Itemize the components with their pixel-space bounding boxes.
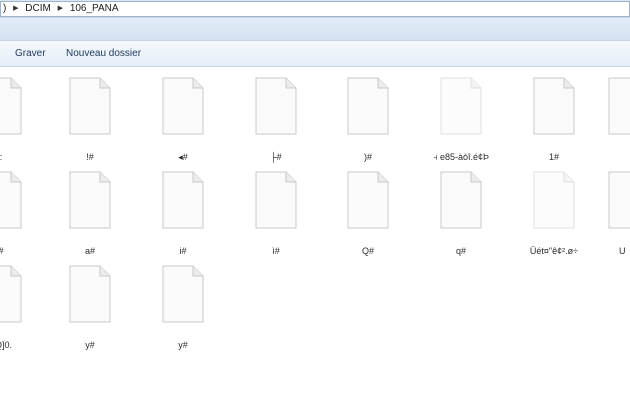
document-icon [347, 77, 389, 135]
file-name: Q# [361, 246, 374, 256]
document-icon [440, 77, 482, 135]
file-name: a# [84, 246, 95, 256]
file-name: i# [179, 246, 187, 256]
document-icon [608, 77, 630, 135]
file-name: y# [85, 340, 95, 350]
command-bar: Graver Nouveau dossier [0, 40, 630, 67]
file-item[interactable]: ◂# [138, 70, 228, 164]
document-icon [440, 171, 482, 229]
file-name: ├# [270, 152, 282, 162]
file-name: ì# [272, 246, 280, 256]
file-name: ⫞ e85-àòî.é¢Þ [432, 152, 490, 162]
document-icon [255, 171, 297, 229]
document-icon [162, 77, 204, 135]
document-icon [0, 77, 22, 135]
document-icon [69, 77, 111, 135]
file-name: q# [455, 246, 466, 256]
file-item[interactable]: a# [45, 164, 135, 258]
file-name: !# [86, 152, 94, 162]
file-item[interactable]: ⫞ e85-àòî.é¢Þ [416, 70, 506, 164]
file-item[interactable]: Q# [323, 164, 413, 258]
file-item[interactable]: aQ]0. [0, 258, 46, 352]
file-name: )# [363, 152, 372, 162]
chevron-right-icon[interactable]: ▶ [58, 5, 63, 12]
document-icon [608, 171, 630, 229]
file-name: # [0, 246, 46, 256]
document-icon [0, 265, 22, 323]
document-icon [533, 171, 575, 229]
file-item[interactable]: # [0, 164, 46, 258]
file-name: ◂# [178, 152, 188, 162]
file-item[interactable]: )# [323, 70, 413, 164]
file-item[interactable]: ├# [231, 70, 321, 164]
file-item[interactable]: !# [45, 70, 135, 164]
document-icon [162, 265, 204, 323]
chevron-right-icon[interactable]: ▶ [13, 5, 18, 12]
burn-button[interactable]: Graver [15, 48, 46, 59]
breadcrumb[interactable]: ) ▶ DCIM ▶ 106_PANA [0, 1, 630, 17]
file-name: U [619, 246, 626, 256]
file-item[interactable]: y# [45, 258, 135, 352]
breadcrumb-item-dcim[interactable]: DCIM [25, 3, 51, 14]
file-item[interactable]: ì# [231, 164, 321, 258]
breadcrumb-item-106-pana[interactable]: 106_PANA [70, 3, 119, 14]
file-item[interactable]: : [0, 70, 46, 164]
file-item[interactable]: i# [138, 164, 228, 258]
file-list: : !# ◂# ├# )# ⫞ e85-àòî.é¢Þ 1# # a# i# [0, 68, 630, 400]
file-name: aQ]0. [0, 340, 12, 350]
file-item[interactable] [584, 70, 630, 164]
file-item[interactable]: y# [138, 258, 228, 352]
document-icon [162, 171, 204, 229]
breadcrumb-item-root[interactable]: ) [3, 3, 6, 14]
document-icon [69, 171, 111, 229]
document-icon [0, 171, 22, 229]
document-icon [533, 77, 575, 135]
file-name: y# [178, 340, 188, 350]
document-icon [69, 265, 111, 323]
window-frame-strip [0, 18, 630, 40]
file-item[interactable]: q# [416, 164, 506, 258]
file-name: : [0, 152, 46, 162]
document-icon [347, 171, 389, 229]
address-bar-area: ) ▶ DCIM ▶ 106_PANA [0, 0, 630, 19]
new-folder-button[interactable]: Nouveau dossier [66, 48, 141, 59]
document-icon [255, 77, 297, 135]
file-item[interactable]: U [584, 164, 630, 258]
